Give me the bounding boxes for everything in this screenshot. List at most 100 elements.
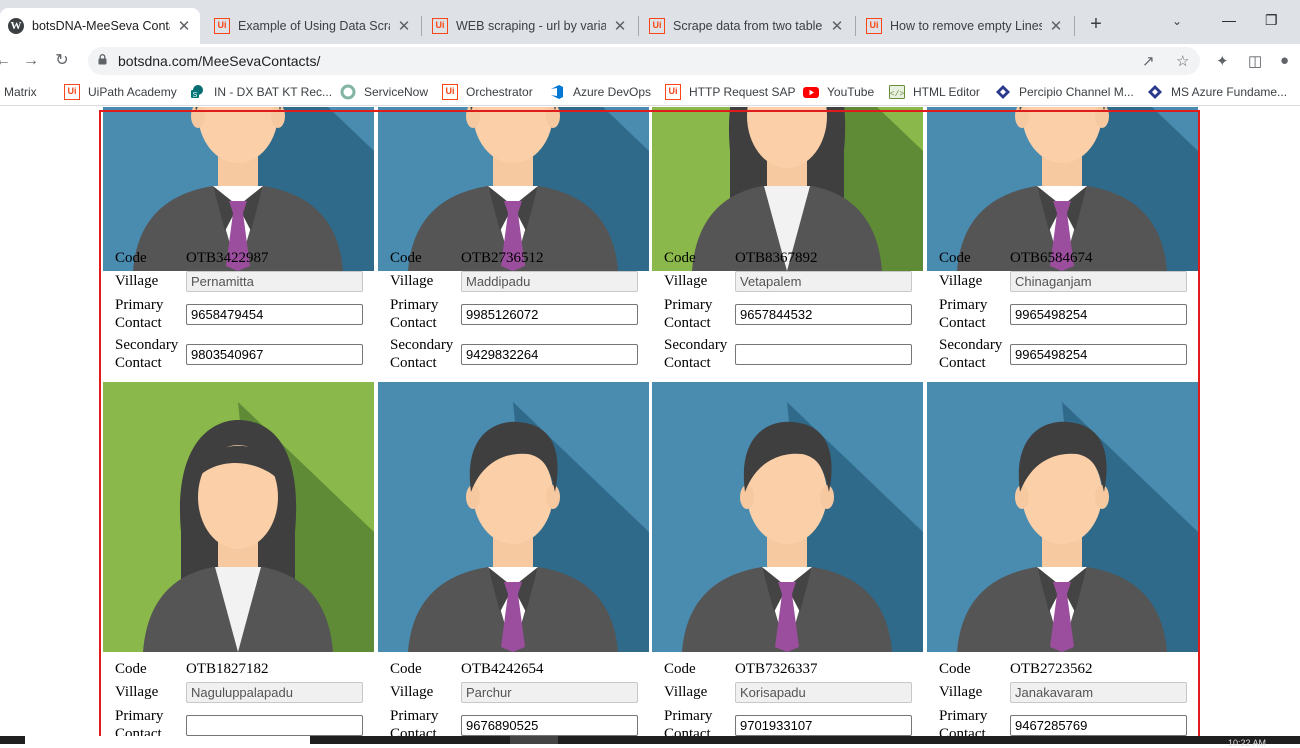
bookmark-azure-devops[interactable]: Azure DevOps: [549, 83, 651, 101]
primary-contact-field[interactable]: 9676890525: [461, 715, 638, 736]
contact-grid: Code OTB3422987 Village Pernamitta Primary Co…: [103, 107, 1199, 744]
side-panel-icon[interactable]: ◫: [1248, 52, 1262, 70]
primary-contact-label: Contact: [115, 315, 162, 331]
bookmark-in-dx-bat[interactable]: S IN - DX BAT KT Rec...: [190, 83, 332, 101]
star-icon[interactable]: ☆: [1176, 52, 1189, 70]
village-field[interactable]: Korisapadu: [735, 682, 912, 703]
village-field[interactable]: Janakavaram: [1010, 682, 1187, 703]
secondary-contact-field[interactable]: 9965498254: [1010, 344, 1187, 365]
village-field[interactable]: Naguluppalapadu: [186, 682, 363, 703]
primary-contact-label: Primary: [115, 297, 164, 313]
bookmarks-bar: Matrix Ui UiPath Academy S IN - DX BAT K…: [0, 78, 1300, 106]
village-field[interactable]: Maddipadu: [461, 271, 638, 292]
tab-web-scraping[interactable]: Ui WEB scraping - url by variabl ✕: [424, 8, 636, 44]
code-label: Code: [664, 661, 696, 677]
tab-example-data-scraping[interactable]: Ui Example of Using Data Scrap ✕: [206, 8, 420, 44]
tab-title: Example of Using Data Scrap: [238, 19, 390, 33]
primary-contact-field[interactable]: 9658479454: [186, 304, 363, 325]
bookmark-percipio[interactable]: Percipio Channel M...: [995, 83, 1134, 101]
primary-contact-field[interactable]: [186, 715, 363, 736]
primary-contact-label: Primary: [939, 297, 988, 313]
youtube-icon: [803, 87, 819, 98]
village-label: Village: [390, 273, 434, 289]
close-icon[interactable]: ✕: [1048, 17, 1064, 35]
primary-contact-label: Contact: [390, 315, 437, 331]
primary-contact-label: Primary: [390, 708, 439, 724]
uipath-icon: Ui: [665, 84, 681, 100]
servicenow-icon: [340, 84, 356, 100]
taskbar-clock: 10:22 AM: [1228, 738, 1267, 748]
village-label: Village: [664, 273, 708, 289]
code-label: Code: [939, 661, 971, 677]
secondary-contact-label: Contact: [390, 355, 437, 371]
village-label: Village: [664, 684, 708, 700]
tab-title: Scrape data from two tables: [673, 19, 823, 33]
share-icon[interactable]: ↗: [1142, 52, 1155, 70]
close-icon[interactable]: ✕: [176, 17, 192, 35]
close-icon[interactable]: ✕: [612, 17, 628, 35]
secondary-contact-label: Secondary: [664, 337, 728, 353]
code-label: Code: [664, 250, 696, 266]
secondary-contact-label: Contact: [664, 355, 711, 371]
bookmark-http-request-sap[interactable]: Ui HTTP Request SAP: [665, 83, 796, 101]
profile-icon[interactable]: ●: [1280, 52, 1289, 69]
village-field[interactable]: Chinaganjam: [1010, 271, 1187, 292]
village-field[interactable]: Parchur: [461, 682, 638, 703]
village-field[interactable]: Pernamitta: [186, 271, 363, 292]
village-field[interactable]: Vetapalem: [735, 271, 912, 292]
tab-remove-empty-lines[interactable]: Ui How to remove empty Lines ✕: [858, 8, 1072, 44]
male-avatar-image: [378, 382, 649, 652]
bookmark-youtube[interactable]: YouTube: [803, 83, 874, 101]
browser-toolbar: ← → ↻ botsdna.com/MeeSevaContacts/ ↗ ☆ ✦…: [0, 44, 1300, 78]
primary-contact-field[interactable]: 9657844532: [735, 304, 912, 325]
svg-text:</>: </>: [890, 90, 905, 99]
secondary-contact-field[interactable]: [735, 344, 912, 365]
extensions-puzzle-icon[interactable]: ✦: [1216, 52, 1229, 70]
bookmark-matrix[interactable]: Matrix: [0, 83, 37, 101]
bookmark-label: ServiceNow: [364, 85, 429, 99]
code-label: Code: [390, 250, 422, 266]
primary-contact-field[interactable]: 9985126072: [461, 304, 638, 325]
new-tab-plus-icon[interactable]: +: [1084, 12, 1108, 36]
female-avatar-image: [652, 107, 923, 271]
forward-arrow-icon[interactable]: →: [20, 50, 42, 72]
primary-contact-label: Primary: [115, 708, 164, 724]
bookmark-ms-azure[interactable]: MS Azure Fundame...: [1147, 83, 1287, 101]
bookmark-label: IN - DX BAT KT Rec...: [214, 85, 333, 99]
bookmark-uipath-academy[interactable]: Ui UiPath Academy: [64, 83, 177, 101]
code-value: OTB1827182: [186, 661, 269, 677]
code-label: Code: [115, 661, 147, 677]
address-bar[interactable]: botsdna.com/MeeSevaContacts/ ↗ ☆: [88, 47, 1200, 75]
uipath-icon: Ui: [64, 84, 80, 100]
code-value: OTB2736512: [461, 250, 544, 266]
close-icon[interactable]: ✕: [396, 17, 412, 35]
tab-search-chevron-icon[interactable]: ⌄: [1172, 14, 1182, 28]
secondary-contact-field[interactable]: 9429832264: [461, 344, 638, 365]
reload-icon[interactable]: ↻: [51, 50, 73, 72]
bookmark-html-editor[interactable]: </> HTML Editor: [889, 83, 980, 101]
male-avatar-image: [652, 382, 923, 652]
secondary-contact-field[interactable]: 9803540967: [186, 344, 363, 365]
back-arrow-icon[interactable]: ←: [0, 50, 14, 72]
male-avatar-image: [927, 382, 1198, 652]
tab-separator: [855, 16, 856, 36]
primary-contact-field[interactable]: 9965498254: [1010, 304, 1187, 325]
code-value: OTB6584674: [1010, 250, 1093, 266]
page-content: Code OTB3422987 Village Pernamitta Primary Co…: [0, 107, 1300, 744]
primary-contact-field[interactable]: 9467285769: [1010, 715, 1187, 736]
primary-contact-field[interactable]: 9701933107: [735, 715, 912, 736]
male-avatar-image: [103, 107, 374, 271]
restore-icon[interactable]: ❐: [1265, 12, 1278, 29]
male-avatar-image: [378, 107, 649, 271]
wordpress-icon: W: [8, 18, 24, 34]
tab-botsdna[interactable]: W botsDNA-MeeSeva Contacts ✕: [0, 8, 200, 44]
minimize-icon[interactable]: —: [1222, 12, 1236, 28]
tab-strip: W botsDNA-MeeSeva Contacts ✕ Ui Example …: [0, 0, 1300, 44]
bookmark-servicenow[interactable]: ServiceNow: [340, 83, 428, 101]
close-icon[interactable]: ✕: [829, 17, 845, 35]
bookmark-orchestrator[interactable]: Ui Orchestrator: [442, 83, 533, 101]
primary-contact-label: Contact: [664, 315, 711, 331]
tab-scrape-two-tables[interactable]: Ui Scrape data from two tables ✕: [641, 8, 853, 44]
village-label: Village: [939, 273, 983, 289]
code-value: OTB7326337: [735, 661, 818, 677]
